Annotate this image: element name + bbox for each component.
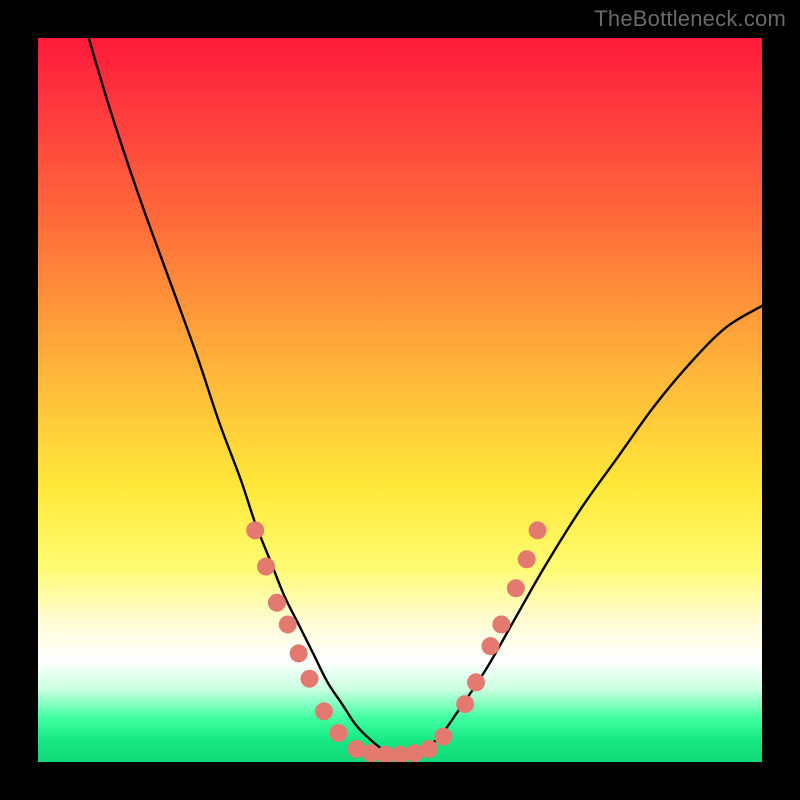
marker-dot [391, 746, 409, 762]
marker-dot [492, 615, 510, 633]
marker-dot [377, 746, 395, 762]
marker-dot [518, 550, 536, 568]
marker-dot [529, 521, 547, 539]
marker-dot [290, 644, 308, 662]
marker-dot [246, 521, 264, 539]
marker-dot [348, 740, 366, 758]
bottleneck-curve [89, 38, 762, 755]
watermark-text: TheBottleneck.com [594, 6, 786, 32]
marker-dot [482, 637, 500, 655]
gradient-plot-area [38, 38, 762, 762]
marker-dot [507, 579, 525, 597]
marker-dot [467, 673, 485, 691]
marker-dot [362, 744, 380, 762]
marker-dot [420, 740, 438, 758]
marker-dot [456, 695, 474, 713]
marker-dot [279, 615, 297, 633]
highlight-markers [246, 521, 546, 762]
marker-dot [257, 558, 275, 576]
marker-dot [268, 594, 286, 612]
marker-dot [405, 744, 423, 762]
marker-dot [329, 724, 347, 742]
marker-dot [434, 728, 452, 746]
marker-dot [301, 670, 319, 688]
marker-dot [315, 702, 333, 720]
chart-frame: TheBottleneck.com [0, 0, 800, 800]
chart-svg [38, 38, 762, 762]
